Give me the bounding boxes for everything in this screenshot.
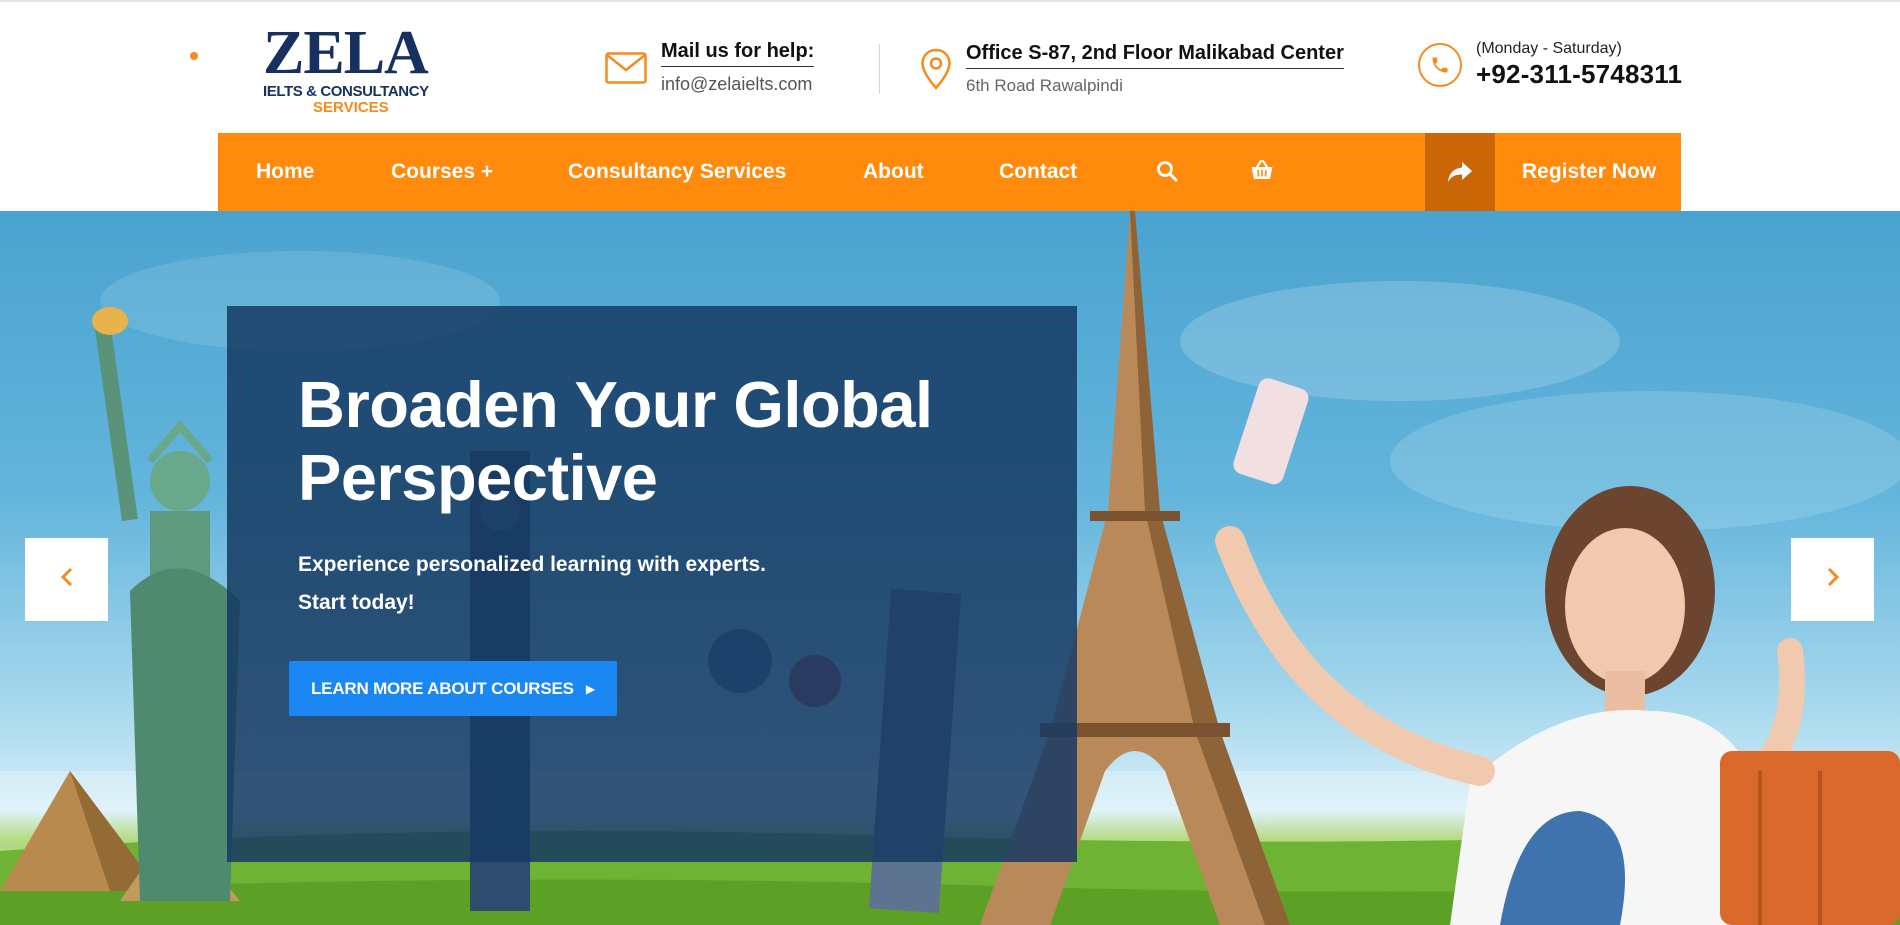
nav-courses[interactable]: Courses + xyxy=(391,160,493,184)
top-header: ZELA IELTS & CONSULTANCY SERVICES Mail u… xyxy=(0,0,1900,133)
learn-more-courses-button[interactable]: LEARN MORE ABOUT COURSES ▶ xyxy=(289,661,617,716)
office-title: Office S-87, 2nd Floor Malikabad Center xyxy=(966,42,1344,69)
chevron-left-icon xyxy=(60,567,74,592)
share-arrow-icon[interactable] xyxy=(1425,133,1495,211)
hero-subtext: Experience personalized learning with ex… xyxy=(298,546,898,622)
hero-headline-line1: Broaden Your Global xyxy=(298,368,933,441)
mail-title: Mail us for help: xyxy=(661,40,815,67)
chevron-right-icon xyxy=(1826,567,1840,592)
cta-label: LEARN MORE ABOUT COURSES xyxy=(311,678,574,698)
header-divider xyxy=(879,44,880,94)
register-now-button[interactable]: Register Now xyxy=(1522,160,1656,184)
slider-next-button[interactable] xyxy=(1791,538,1874,621)
nav-about[interactable]: About xyxy=(863,160,924,184)
mail-link[interactable]: info@zelaielts.com xyxy=(661,74,814,95)
logo-tagline-services: SERVICES xyxy=(313,99,389,116)
search-icon[interactable] xyxy=(1156,160,1178,187)
main-nav: Home Courses + Consultancy Services Abou… xyxy=(218,133,1681,211)
basket-icon[interactable] xyxy=(1250,159,1274,186)
decor-dot xyxy=(190,52,198,60)
hero-slider: Broaden Your Global Perspective Experien… xyxy=(0,211,1900,925)
slider-prev-button[interactable] xyxy=(25,538,108,621)
hero-content-panel: Broaden Your Global Perspective Experien… xyxy=(227,306,1077,862)
mail-info: Mail us for help: info@zelaielts.com xyxy=(605,40,815,95)
nav-contact[interactable]: Contact xyxy=(999,160,1077,184)
office-info: Office S-87, 2nd Floor Malikabad Center … xyxy=(920,42,1344,96)
hero-subtext-line2: Start today! xyxy=(298,591,415,614)
office-address: 6th Road Rawalpindi xyxy=(966,76,1123,95)
hero-headline-line2: Perspective xyxy=(298,441,658,514)
map-pin-icon xyxy=(920,48,952,90)
phone-days: (Monday - Saturday) xyxy=(1476,40,1622,57)
caret-right-icon: ▶ xyxy=(585,681,595,696)
site-logo[interactable]: ZELA IELTS & CONSULTANCY SERVICES xyxy=(263,19,443,116)
phone-icon xyxy=(1418,43,1462,87)
nav-consultancy-services[interactable]: Consultancy Services xyxy=(568,160,786,184)
hero-subtext-line1: Experience personalized learning with ex… xyxy=(298,553,766,576)
phone-number[interactable]: +92-311-5748311 xyxy=(1476,59,1682,90)
envelope-icon xyxy=(605,51,647,84)
nav-home[interactable]: Home xyxy=(256,160,314,184)
hero-headline: Broaden Your Global Perspective xyxy=(298,368,1058,514)
logo-wordmark: ZELA xyxy=(263,19,429,87)
logo-tagline: IELTS & CONSULTANCY xyxy=(263,83,429,100)
phone-info: (Monday - Saturday) +92-311-5748311 xyxy=(1418,40,1682,90)
